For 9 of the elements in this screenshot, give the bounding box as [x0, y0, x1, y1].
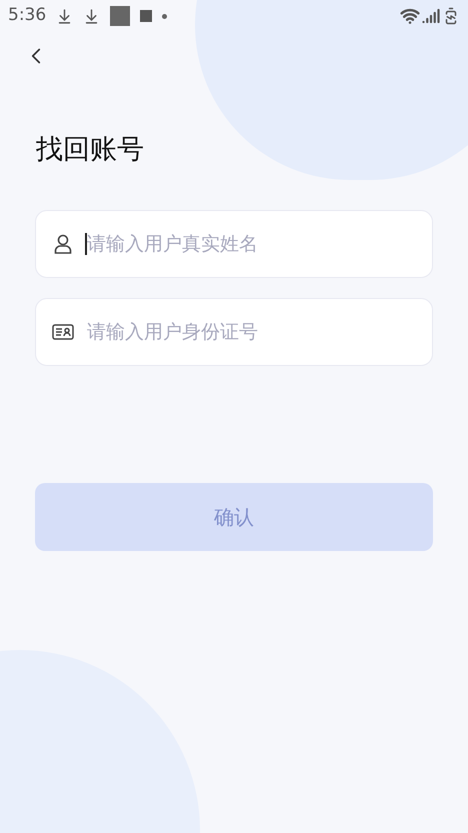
status-time: 5:36: [8, 4, 46, 28]
square-icon: [110, 6, 130, 26]
person-icon: [54, 234, 72, 254]
input-field[interactable]: 请输入用户身份证号: [35, 298, 433, 366]
id-card-icon: [52, 324, 74, 340]
wifi-icon: [400, 6, 420, 26]
input-field[interactable]: 请输入用户真实姓名: [35, 210, 433, 278]
signal-icon: [422, 7, 440, 25]
page-title: 找回账号: [36, 136, 145, 163]
